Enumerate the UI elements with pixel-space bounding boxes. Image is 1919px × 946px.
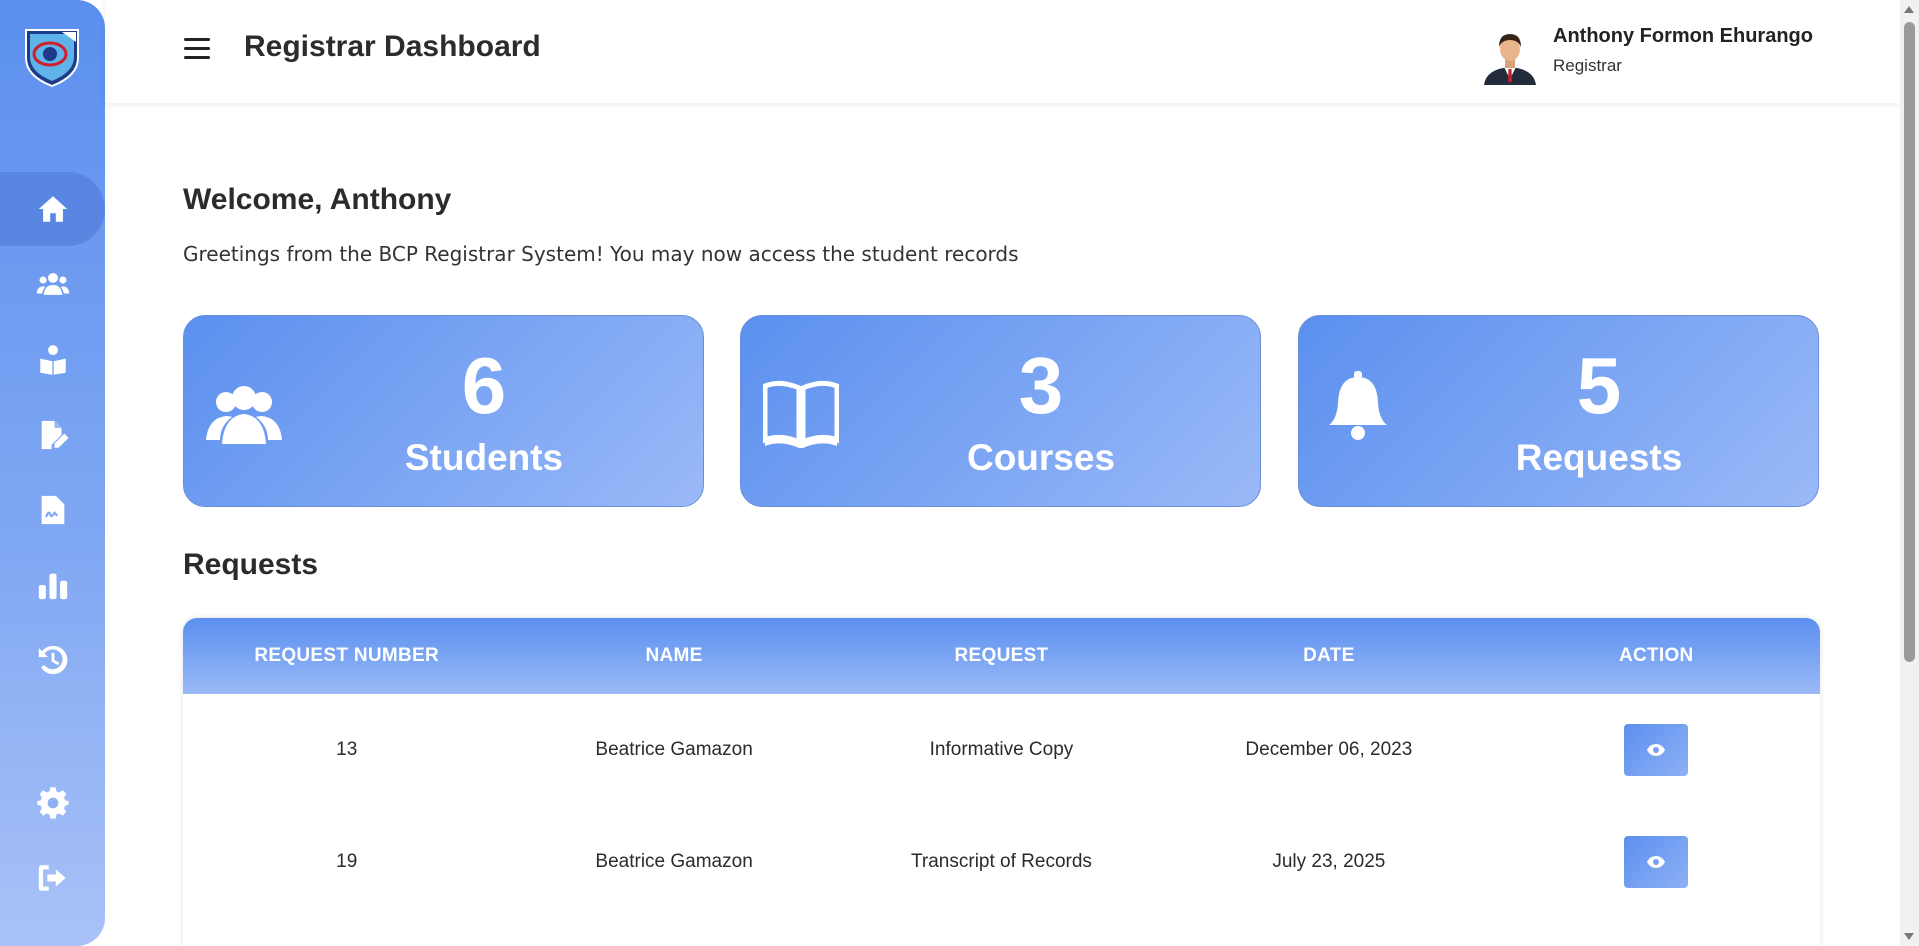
header-request[interactable]: REQUEST — [838, 618, 1165, 694]
page-title: Registrar Dashboard — [244, 30, 541, 63]
sidebar-item-documents[interactable] — [0, 473, 105, 547]
sidebar-item-history[interactable] — [0, 623, 105, 697]
home-icon — [38, 196, 67, 222]
avatar[interactable] — [1480, 25, 1540, 85]
book-icon — [763, 380, 839, 448]
requests-table: REQUEST NUMBER NAME REQUEST DATE ACTION … — [183, 618, 1820, 946]
cell-name: Beatrice Gamazon — [595, 739, 753, 760]
header-date[interactable]: DATE — [1165, 618, 1492, 694]
requests-count: 5 — [1576, 341, 1622, 430]
sidebar-item-reports[interactable] — [0, 548, 105, 622]
cell-request: Transcript of Records — [911, 851, 1092, 872]
gear-icon — [36, 787, 69, 819]
view-request-button[interactable] — [1624, 836, 1689, 888]
cell-date: July 23, 2025 — [1272, 851, 1386, 872]
hamburger-line — [184, 47, 210, 50]
file-signature-icon — [41, 495, 64, 525]
table-row: 13 Beatrice Gamazon Informative Copy Dec… — [183, 694, 1820, 806]
view-request-button[interactable] — [1624, 724, 1689, 776]
cell-action — [1493, 694, 1820, 806]
sidebar-item-home[interactable] — [0, 172, 105, 246]
courses-count: 3 — [1018, 341, 1064, 430]
requests-section-title: Requests — [183, 548, 319, 581]
history-icon — [38, 645, 67, 675]
school-logo — [25, 29, 79, 88]
header-action: ACTION — [1618, 645, 1694, 666]
user-role: Registrar — [1553, 56, 1622, 75]
header-name[interactable]: NAME — [510, 618, 837, 694]
menu-toggle-button[interactable] — [184, 38, 210, 62]
table-header: REQUEST NUMBER NAME REQUEST DATE ACTION — [183, 618, 1820, 694]
sidebar-item-records[interactable] — [0, 398, 105, 472]
scroll-up-arrow-icon[interactable] — [1904, 6, 1914, 13]
users-icon — [36, 272, 69, 295]
vertical-scrollbar[interactable] — [1900, 0, 1919, 946]
file-edit-icon — [41, 420, 69, 450]
courses-label: Courses — [966, 437, 1116, 478]
hamburger-icon — [184, 38, 210, 41]
users-icon — [206, 386, 282, 444]
logout-icon — [38, 865, 66, 891]
bar-chart-icon — [38, 573, 67, 600]
students-card[interactable]: 6 Students — [183, 315, 704, 507]
students-count: 6 — [461, 341, 507, 430]
requests-label: Requests — [1515, 437, 1683, 478]
eye-icon — [1647, 744, 1666, 756]
cell-request-number: 13 — [336, 739, 358, 760]
courses-card[interactable]: 3 Courses — [740, 315, 1261, 507]
scroll-down-arrow-icon[interactable] — [1904, 933, 1914, 940]
students-label: Students — [404, 437, 564, 478]
sidebar-item-logout[interactable] — [0, 841, 105, 915]
cell-request-number: 19 — [336, 851, 358, 872]
table-row: 19 Beatrice Gamazon Transcript of Record… — [183, 806, 1820, 918]
greeting-text: Greetings from the BCP Registrar System!… — [183, 242, 1019, 266]
cell-request: Informative Copy — [929, 739, 1074, 760]
cell-action — [1493, 806, 1820, 918]
welcome-heading: Welcome, Anthony — [183, 183, 452, 216]
cell-name: Beatrice Gamazon — [595, 851, 753, 872]
eye-icon — [1647, 856, 1666, 868]
sidebar-item-settings[interactable] — [0, 766, 105, 840]
hamburger-line — [184, 56, 210, 59]
bell-icon — [1329, 371, 1387, 440]
student-reading-icon — [39, 345, 66, 375]
sidebar-item-users[interactable] — [0, 248, 105, 322]
sidebar — [0, 0, 105, 946]
scroll-thumb[interactable] — [1904, 22, 1915, 662]
sidebar-item-students[interactable] — [0, 323, 105, 397]
top-header: Registrar Dashboard Anthony Formon Ehura… — [105, 0, 1900, 103]
cell-date: December 06, 2023 — [1245, 739, 1413, 760]
header-request-number[interactable]: REQUEST NUMBER — [183, 618, 510, 694]
requests-card[interactable]: 5 Requests — [1298, 315, 1819, 507]
user-name: Anthony Formon Ehurango — [1553, 25, 1813, 47]
